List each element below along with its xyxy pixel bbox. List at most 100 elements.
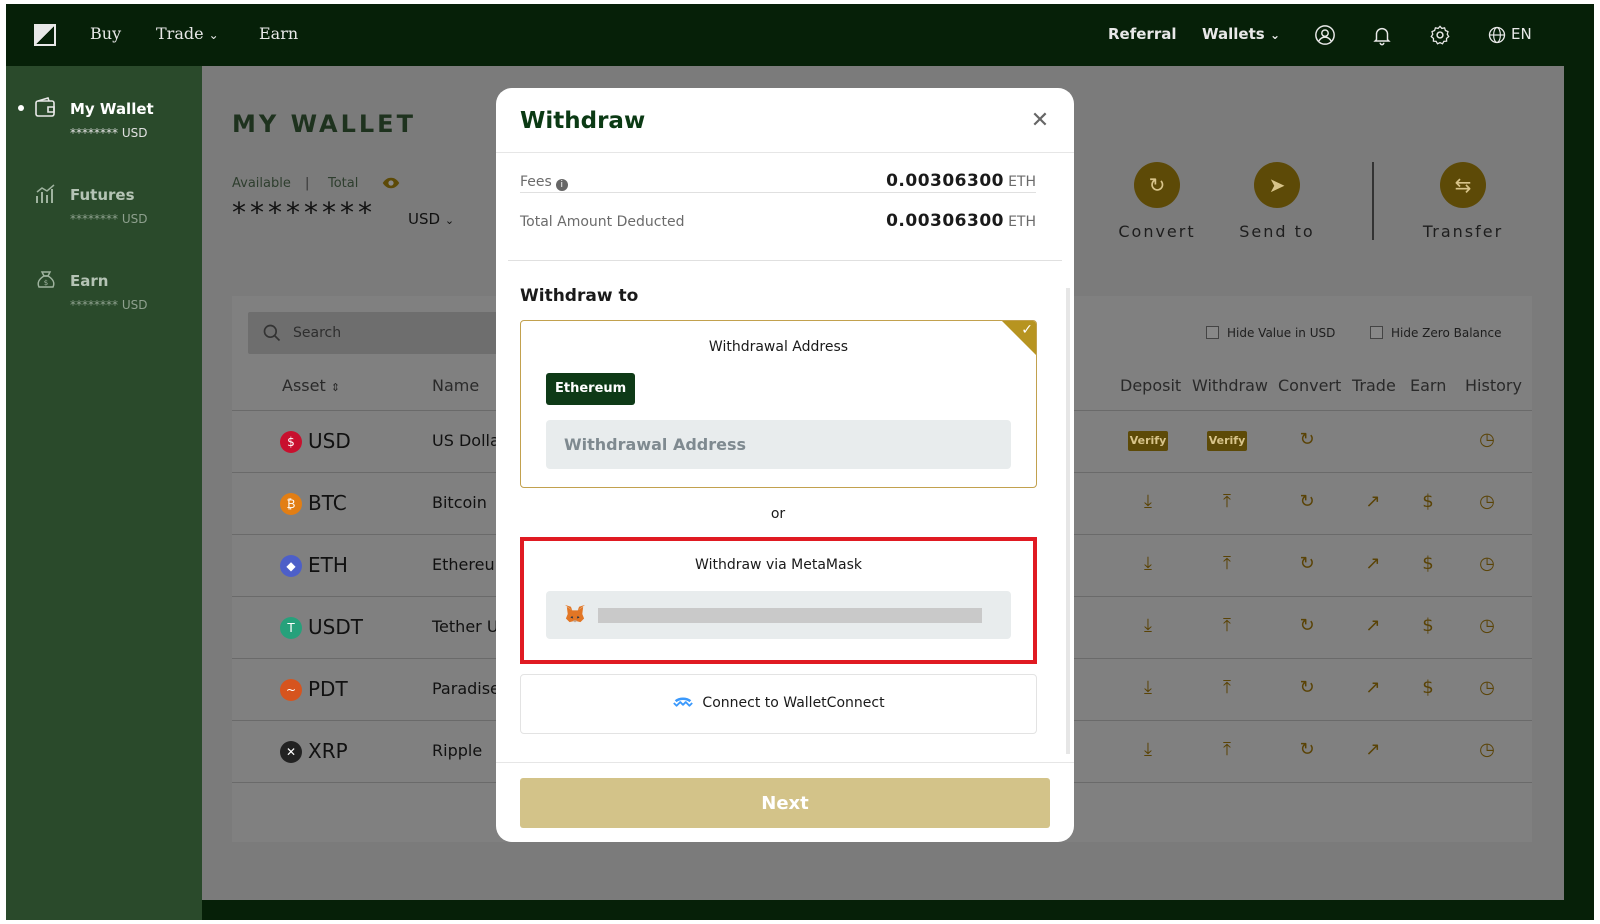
trade-icon[interactable]: ↗ <box>1362 553 1384 577</box>
withdraw-icon[interactable]: ⤒ <box>1216 615 1238 639</box>
earn-icon[interactable]: $ <box>1417 553 1439 577</box>
withdraw-icon[interactable]: ⤒ <box>1216 491 1238 515</box>
withdrawal-address-input[interactable] <box>546 420 1011 469</box>
asset-name: Paradise <box>432 679 500 698</box>
transfer-action[interactable]: ⇆ Transfer <box>1418 162 1508 241</box>
user-icon[interactable] <box>1314 24 1336 46</box>
history-icon[interactable]: ◷ <box>1476 677 1498 701</box>
history-icon[interactable]: ◷ <box>1476 553 1498 577</box>
deposit-verify-button[interactable]: Verify <box>1128 431 1168 451</box>
convert-icon[interactable]: ↻ <box>1296 553 1318 577</box>
asset-symbol: ETH <box>308 553 348 577</box>
withdraw-icon[interactable]: ⤒ <box>1216 677 1238 701</box>
balance-currency-selector[interactable]: USD ⌄ <box>408 210 454 228</box>
convert-icon[interactable]: ↻ <box>1296 491 1318 515</box>
column-header-deposit: Deposit <box>1120 376 1182 395</box>
sidebar-item-label: My Wallet <box>70 100 154 118</box>
hide-zero-checkbox[interactable]: Hide Zero Balance <box>1370 326 1501 340</box>
history-icon[interactable]: ◷ <box>1476 615 1498 639</box>
convert-action[interactable]: ↻ Convert <box>1112 162 1202 241</box>
search-input[interactable]: Search <box>248 312 498 354</box>
trade-icon[interactable]: ↗ <box>1362 739 1384 763</box>
search-placeholder: Search <box>293 325 342 341</box>
nav-trade[interactable]: Trade ⌄ <box>156 24 219 43</box>
action-divider <box>1372 162 1374 240</box>
history-icon[interactable]: ◷ <box>1476 739 1498 763</box>
sidebar-item-label: Earn <box>70 272 109 290</box>
convert-icon[interactable]: ↻ <box>1296 429 1318 453</box>
redacted-address-bar <box>598 608 982 623</box>
next-button[interactable]: Next <box>520 778 1050 828</box>
earn-icon[interactable]: $ <box>1417 615 1439 639</box>
top-nav: Buy Trade ⌄ Earn Referral Wallets ⌄ EN <box>6 4 1594 66</box>
trade-icon[interactable]: ↗ <box>1362 615 1384 639</box>
deposit-icon[interactable]: ⤓ <box>1137 553 1159 577</box>
withdraw-modal: Withdraw ✕ Fees i 0.00306300 ETH Total Am… <box>496 88 1074 842</box>
tab-divider: | <box>305 176 310 191</box>
checkbox-box <box>1206 326 1219 339</box>
fees-unit: ETH <box>1008 174 1036 190</box>
convert-icon[interactable]: ↻ <box>1296 739 1318 763</box>
logo-icon[interactable] <box>34 24 56 46</box>
walletconnect-label: Connect to WalletConnect <box>702 695 885 711</box>
bell-icon[interactable] <box>1371 24 1393 46</box>
nav-buy[interactable]: Buy <box>90 24 121 43</box>
nav-referral[interactable]: Referral <box>1108 25 1176 43</box>
close-icon[interactable]: ✕ <box>1028 110 1052 134</box>
history-icon[interactable]: ◷ <box>1476 491 1498 515</box>
withdrawal-address-option[interactable]: ✓ Withdrawal Address Ethereum <box>520 320 1037 488</box>
column-header-withdraw: Withdraw <box>1192 376 1268 395</box>
deposit-icon[interactable]: ⤓ <box>1137 491 1159 515</box>
xrp-icon: ✕ <box>280 741 302 763</box>
modal-scrollbar[interactable] <box>1066 288 1070 754</box>
trade-icon[interactable]: ↗ <box>1362 677 1384 701</box>
total-tab[interactable]: Total <box>328 176 358 191</box>
withdraw-to-heading: Withdraw to <box>520 286 639 306</box>
column-header-earn: Earn <box>1410 376 1447 395</box>
or-separator: or <box>770 506 786 522</box>
metamask-title: Withdraw via MetaMask <box>695 557 862 573</box>
hide-zero-label: Hide Zero Balance <box>1391 326 1502 340</box>
nav-wallets[interactable]: Wallets ⌄ <box>1202 25 1280 43</box>
hide-value-checkbox[interactable]: Hide Value in USD <box>1206 326 1335 340</box>
metamask-option[interactable]: Withdraw via MetaMask <box>520 537 1037 664</box>
column-header-name: Name <box>432 376 480 395</box>
check-icon: ✓ <box>1021 322 1033 338</box>
fees-label: Fees i <box>520 174 568 191</box>
total-deducted-unit: ETH <box>1008 214 1036 230</box>
usd-flag-icon: $ <box>280 431 302 453</box>
walletconnect-option[interactable]: Connect to WalletConnect <box>520 674 1037 734</box>
usdt-icon: T <box>280 617 302 639</box>
language-selector[interactable]: EN <box>1511 25 1532 43</box>
convert-icon: ↻ <box>1134 162 1180 208</box>
total-deducted-value: 0.00306300 <box>886 211 1004 231</box>
convert-icon[interactable]: ↻ <box>1296 615 1318 639</box>
info-icon[interactable]: i <box>555 179 568 191</box>
send-to-action[interactable]: ➤ Send to <box>1232 162 1322 241</box>
column-header-convert: Convert <box>1278 376 1342 395</box>
btc-icon: ₿ <box>280 493 302 515</box>
withdraw-icon[interactable]: ⤒ <box>1216 739 1238 763</box>
metamask-fox-icon <box>565 604 585 623</box>
available-tab[interactable]: Available <box>232 176 291 191</box>
sidebar-item-label: Futures <box>70 186 135 204</box>
deposit-icon[interactable]: ⤓ <box>1137 615 1159 639</box>
column-header-asset[interactable]: Asset ⇕ <box>282 376 340 395</box>
earn-icon[interactable]: $ <box>1417 491 1439 515</box>
deposit-icon[interactable]: ⤓ <box>1137 739 1159 763</box>
globe-icon[interactable] <box>1488 26 1506 44</box>
withdraw-icon[interactable]: ⤒ <box>1216 553 1238 577</box>
withdraw-verify-button[interactable]: Verify <box>1207 431 1247 451</box>
eye-icon[interactable] <box>382 176 400 190</box>
gear-icon[interactable] <box>1429 24 1451 46</box>
metamask-account-field[interactable] <box>546 591 1011 639</box>
earn-icon[interactable]: $ <box>1417 677 1439 701</box>
history-icon[interactable]: ◷ <box>1476 429 1498 453</box>
nav-earn[interactable]: Earn <box>259 24 298 43</box>
asset-symbol: BTC <box>308 491 347 515</box>
deposit-icon[interactable]: ⤓ <box>1137 677 1159 701</box>
column-label: Asset <box>282 376 326 395</box>
trade-icon[interactable]: ↗ <box>1362 491 1384 515</box>
network-tag[interactable]: Ethereum <box>546 373 636 405</box>
convert-icon[interactable]: ↻ <box>1296 677 1318 701</box>
